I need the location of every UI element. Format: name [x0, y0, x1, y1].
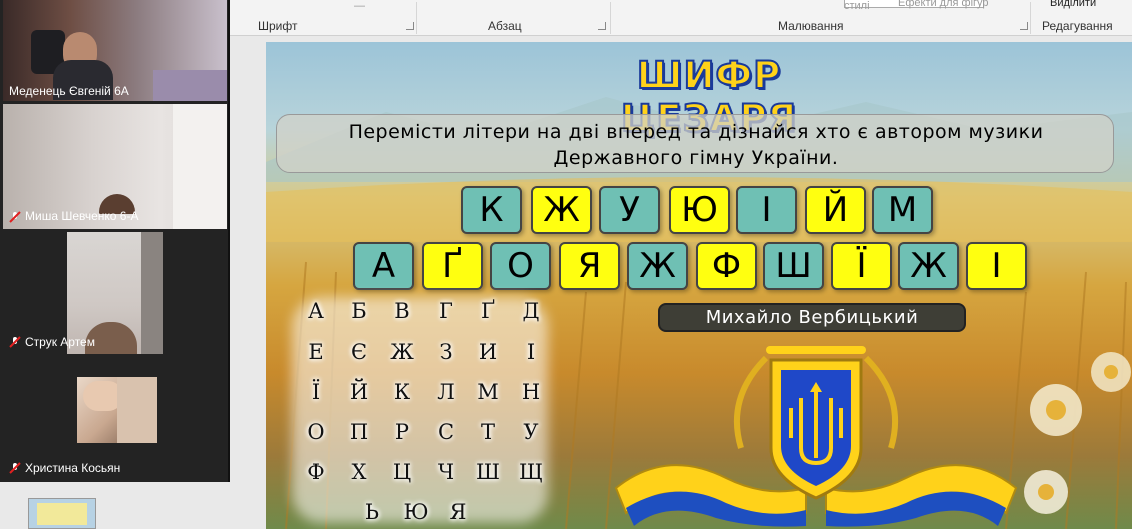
alphabet-letter: Ф — [307, 460, 325, 484]
letter-tile[interactable]: Ш — [763, 242, 824, 290]
alphabet-letter: В — [394, 299, 410, 323]
alphabet-letter: И — [478, 340, 498, 364]
editing-group-label: Редагування — [1042, 19, 1113, 33]
letter-tile[interactable]: М — [872, 186, 933, 234]
letter-tile[interactable]: Ф — [696, 242, 757, 290]
letter-tile[interactable]: І — [966, 242, 1027, 290]
letter-tile[interactable]: Ю — [669, 186, 730, 234]
shape-effects-button[interactable]: Ефекти для фігур — [898, 0, 989, 9]
alphabet-letter: Ґ — [480, 299, 496, 323]
letter-tile[interactable]: О — [490, 242, 551, 290]
alphabet-letter: П — [349, 420, 369, 444]
alphabet-letter: Ї — [311, 380, 321, 404]
alphabet-letter: Л — [437, 380, 455, 404]
alphabet-letter: З — [439, 340, 453, 364]
participant-name: Меденець Євгеній 6А — [9, 84, 129, 98]
alphabet-letter: С — [437, 420, 455, 444]
divider — [416, 2, 417, 34]
divider — [1030, 2, 1031, 34]
styles-button[interactable]: стилі — [844, 0, 870, 12]
alphabet-letter: О — [307, 420, 325, 444]
letter-tile[interactable]: Ж — [531, 186, 592, 234]
alphabet-letter: Д — [522, 299, 540, 323]
letter-tile[interactable]: Й — [805, 186, 866, 234]
alphabet-letter: Я — [449, 500, 467, 524]
letter-tile[interactable]: К — [461, 186, 522, 234]
letter-tile[interactable]: І — [736, 186, 797, 234]
slide[interactable]: ШИФР ЦЕЗАРЯ Перемісти літери на дві впер… — [266, 42, 1132, 529]
alphabet-letter: Г — [439, 299, 453, 323]
mic-muted-icon — [9, 211, 21, 223]
letter-tile[interactable]: Ж — [627, 242, 688, 290]
letter-tile[interactable]: А — [353, 242, 414, 290]
letter-tile[interactable]: У — [599, 186, 660, 234]
mic-muted-icon — [9, 462, 21, 474]
alphabet-letter: К — [393, 380, 411, 404]
slide-thumbnail[interactable] — [28, 498, 96, 529]
participant-tile[interactable]: Миша Шевченко 6-А — [3, 104, 227, 229]
font-dialog-launcher[interactable] — [406, 22, 414, 30]
participants-panel: Меденець Євгеній 6А Миша Шевченко 6-А Ст… — [0, 0, 230, 482]
screen: — Шрифт Абзац Малювання стилі Ефекти для… — [0, 0, 1132, 529]
alphabet-letter: Ь — [364, 500, 380, 524]
ribbon-scroll-fragment: — — [354, 0, 365, 12]
alphabet-letter: Є — [350, 340, 368, 364]
letter-tile[interactable]: Ґ — [422, 242, 483, 290]
alphabet-letter: А — [308, 299, 324, 323]
answer-box[interactable]: Михайло Вербицький — [658, 303, 966, 332]
alphabet-letter: Щ — [519, 460, 543, 484]
alphabet-letter: М — [477, 380, 499, 404]
alphabet-letter: Ц — [392, 460, 412, 484]
letter-tile[interactable]: Ж — [898, 242, 959, 290]
participant-tile[interactable]: Меденець Євгеній 6А — [3, 0, 227, 101]
font-group-label: Шрифт — [258, 19, 298, 33]
divider — [610, 2, 611, 34]
slide-title: ШИФР ЦЕЗАРЯ — [620, 53, 797, 141]
alphabet-letter: І — [526, 340, 536, 364]
coat-of-arms-emblem — [614, 346, 1018, 527]
paragraph-group-label: Абзац — [488, 19, 522, 33]
drawing-dialog-launcher[interactable] — [1020, 22, 1028, 30]
drawing-group-label: Малювання — [778, 19, 844, 33]
alphabet-letter: Р — [394, 420, 410, 444]
letter-tile[interactable]: Я — [559, 242, 620, 290]
participant-name: Струк Артем — [25, 335, 95, 349]
alphabet-letter: Й — [349, 380, 369, 404]
alphabet-letter: Т — [480, 420, 495, 444]
participant-name: Миша Шевченко 6-А — [25, 209, 139, 223]
ribbon: — Шрифт Абзац Малювання стилі Ефекти для… — [230, 0, 1132, 36]
alphabet-letter: Ч — [437, 460, 455, 484]
instruction-box: Перемісти літери на дві вперед та дізнай… — [276, 114, 1114, 173]
participant-video — [77, 377, 157, 443]
alphabet-letter: Ю — [403, 500, 429, 524]
alphabet-grid: А Б В Г Ґ Д Е ЄЖ З И І Ї ЙК ЛМН ОП Р С Т У Ф Х Ц ЧШЩ ЬЮЯ — [292, 297, 552, 527]
alphabet-letter: Ж — [390, 340, 414, 364]
alphabet-letter: Ш — [476, 460, 500, 484]
paragraph-dialog-launcher[interactable] — [598, 22, 606, 30]
participant-tile[interactable]: Струк Артем — [3, 232, 227, 354]
alphabet-letter: У — [523, 420, 539, 444]
alphabet-letter: Н — [521, 380, 541, 404]
alphabet-letter: Х — [351, 460, 367, 484]
participant-name: Христина Косьян — [25, 461, 121, 475]
alphabet-letter: Е — [308, 340, 324, 364]
instruction-line: Державного гімну України. — [553, 147, 839, 169]
participant-tile[interactable]: Христина Косьян — [3, 357, 227, 480]
mic-muted-icon — [9, 336, 21, 348]
alphabet-letter: Б — [351, 299, 367, 323]
instruction-line: Перемісти літери на дві вперед та дізнай… — [348, 121, 1044, 143]
select-button[interactable]: Виділити — [1050, 0, 1096, 9]
letter-tile[interactable]: Ї — [831, 242, 892, 290]
